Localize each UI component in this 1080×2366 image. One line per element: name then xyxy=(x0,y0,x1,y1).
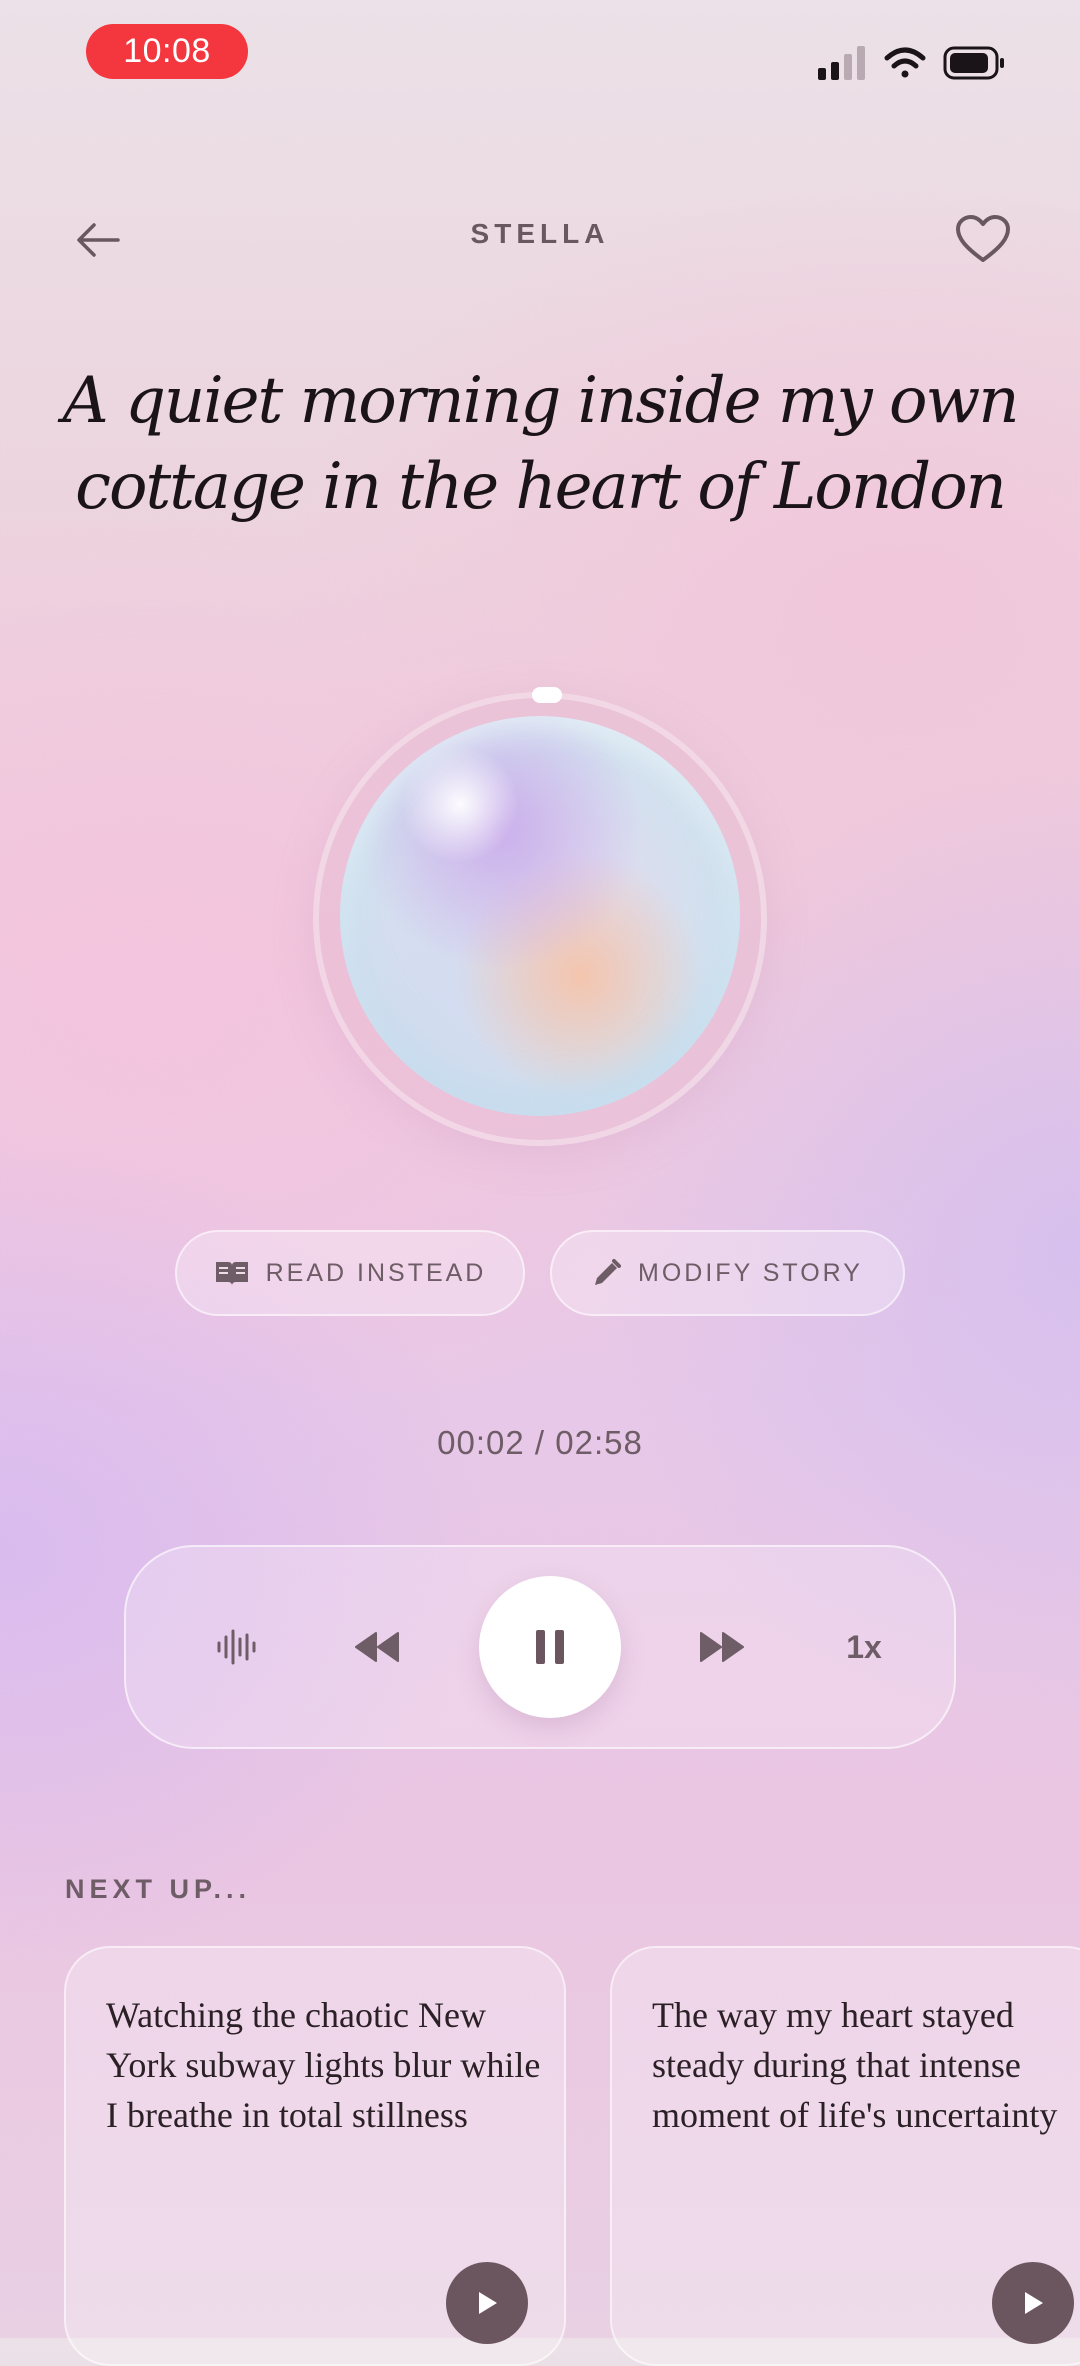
battery-icon xyxy=(943,46,1004,80)
favorite-button[interactable] xyxy=(950,206,1016,272)
play-icon xyxy=(1025,2292,1043,2314)
next-up-heading: NEXT UP... xyxy=(65,1874,252,1904)
pencil-icon xyxy=(595,1259,622,1285)
card-play-button[interactable] xyxy=(992,2262,1074,2344)
progress-knob[interactable] xyxy=(532,687,562,703)
waveform-button[interactable] xyxy=(205,1615,269,1679)
pause-button[interactable] xyxy=(479,1576,621,1718)
book-icon xyxy=(215,1262,248,1286)
next-up-card[interactable]: The way my heart stayed steady during th… xyxy=(610,1946,1080,2366)
playback-speed-button[interactable]: 1x xyxy=(830,1615,898,1679)
waveform-icon xyxy=(217,1629,256,1665)
audio-orb xyxy=(340,716,740,1116)
pause-icon xyxy=(536,1630,564,1664)
card-play-button[interactable] xyxy=(446,2262,528,2344)
story-title: A quiet morning inside my own cottage in… xyxy=(62,364,1019,524)
status-icons xyxy=(818,46,1004,80)
status-time: 10:08 xyxy=(86,24,248,79)
next-up-card-title: The way my heart stayed steady during th… xyxy=(652,1995,1058,2135)
modify-story-label: MODIFY STORY xyxy=(638,1258,863,1287)
play-icon xyxy=(479,2292,497,2314)
next-up-card-title: Watching the chaotic New York subway lig… xyxy=(106,1995,541,2135)
fast-forward-icon xyxy=(700,1632,744,1662)
back-button[interactable] xyxy=(66,208,130,272)
rewind-button[interactable] xyxy=(345,1615,409,1679)
read-instead-button[interactable]: READ INSTEAD xyxy=(175,1230,525,1316)
narrator-name: STELLA xyxy=(470,218,610,249)
playback-time: 00:02 / 02:58 xyxy=(437,1424,643,1461)
wifi-icon xyxy=(884,47,926,78)
read-instead-label: READ INSTEAD xyxy=(265,1258,487,1287)
back-arrow-icon xyxy=(77,223,120,257)
next-up-card[interactable]: Watching the chaotic New York subway lig… xyxy=(64,1946,566,2366)
cellular-signal-icon xyxy=(818,46,865,80)
modify-story-button[interactable]: MODIFY STORY xyxy=(550,1230,905,1316)
rewind-icon xyxy=(355,1632,399,1662)
heart-icon xyxy=(956,215,1010,262)
fast-forward-button[interactable] xyxy=(690,1615,754,1679)
